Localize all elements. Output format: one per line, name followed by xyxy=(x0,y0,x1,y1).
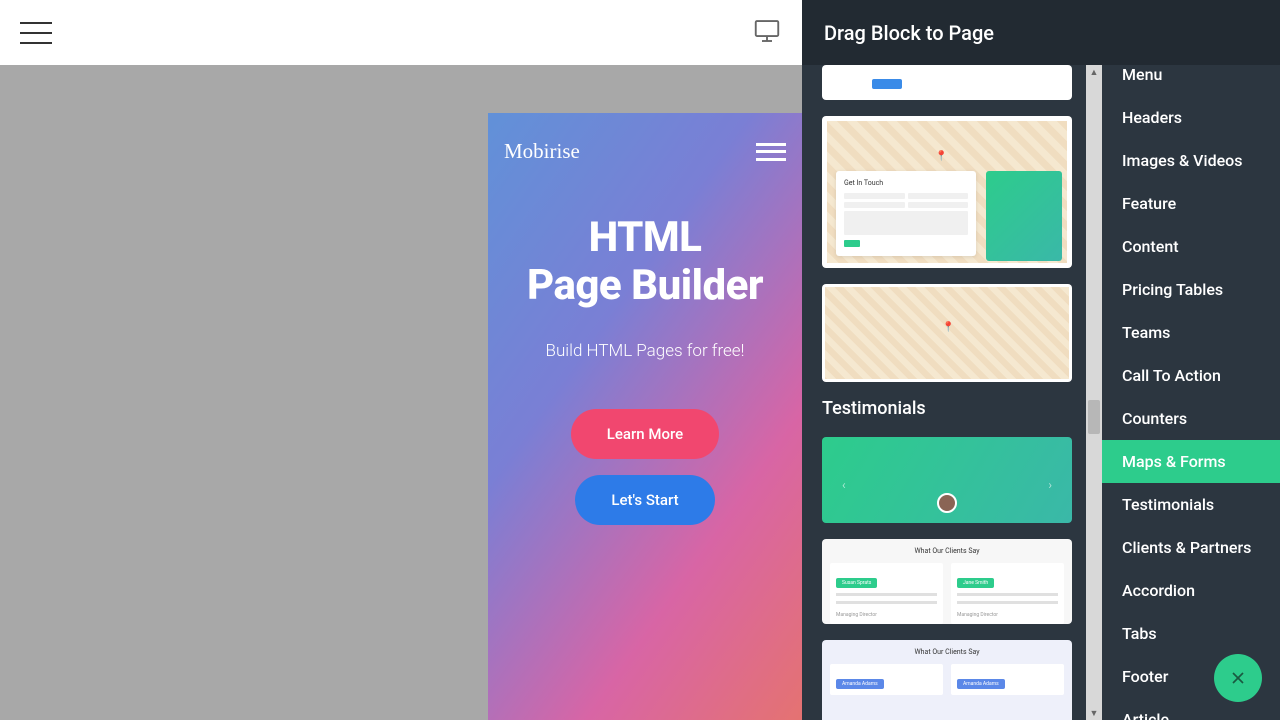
mobile-preview: Mobirise HTML Page Builder Build HTML Pa… xyxy=(488,113,802,720)
thumb-form-title: Get In Touch xyxy=(844,179,968,187)
thumbnails-scrollbar[interactable]: ▲ ▼ xyxy=(1086,65,1102,720)
block-thumbnail-testimonial-cards-green[interactable]: What Our Clients Say Susan SpratsManagin… xyxy=(822,539,1072,624)
section-label-testimonials: Testimonials xyxy=(822,398,1082,419)
category-item-teams[interactable]: Teams xyxy=(1102,311,1280,354)
category-item-feature[interactable]: Feature xyxy=(1102,182,1280,225)
desktop-preview-icon[interactable] xyxy=(752,16,782,50)
avatar xyxy=(937,493,957,513)
top-toolbar xyxy=(0,0,802,65)
thumb-title: What Our Clients Say xyxy=(830,547,1064,555)
block-thumbnail-map-form[interactable]: Get In Touch xyxy=(822,116,1072,268)
block-thumbnail-map[interactable] xyxy=(822,284,1072,382)
category-item-testimonials[interactable]: Testimonials xyxy=(1102,483,1280,526)
panel-title: Drag Block to Page xyxy=(802,0,1280,65)
block-thumbnails-column: Get In Touch Testimonials ‹ › What Our C… xyxy=(802,65,1102,720)
hero-button-group: Learn More Let's Start xyxy=(504,409,786,525)
category-item-call-to-action[interactable]: Call To Action xyxy=(1102,354,1280,397)
category-list: MenuHeadersImages & VideosFeatureContent… xyxy=(1102,65,1280,720)
preview-logo[interactable]: Mobirise xyxy=(504,139,580,164)
scroll-up-icon[interactable]: ▲ xyxy=(1086,65,1102,79)
hero-section: HTML Page Builder Build HTML Pages for f… xyxy=(488,164,802,525)
category-item-content[interactable]: Content xyxy=(1102,225,1280,268)
hero-subtitle: Build HTML Pages for free! xyxy=(504,341,786,361)
block-thumbnail-form-simple[interactable] xyxy=(822,65,1072,100)
category-item-menu[interactable]: Menu xyxy=(1102,65,1280,96)
category-item-accordion[interactable]: Accordion xyxy=(1102,569,1280,612)
category-item-maps-forms[interactable]: Maps & Forms xyxy=(1102,440,1280,483)
hero-title: HTML Page Builder xyxy=(504,214,786,311)
category-item-pricing-tables[interactable]: Pricing Tables xyxy=(1102,268,1280,311)
chevron-right-icon: › xyxy=(1048,478,1052,492)
category-item-images-videos[interactable]: Images & Videos xyxy=(1102,139,1280,182)
menu-hamburger-icon[interactable] xyxy=(20,22,52,44)
category-item-tabs[interactable]: Tabs xyxy=(1102,612,1280,655)
block-thumbnail-testimonial-cards-blue[interactable]: What Our Clients Say Amanda Adams Amanda… xyxy=(822,640,1072,720)
category-item-counters[interactable]: Counters xyxy=(1102,397,1280,440)
scrollbar-thumb[interactable] xyxy=(1088,400,1100,434)
block-thumbnail-testimonial-slider[interactable]: ‹ › xyxy=(822,437,1072,523)
thumb-title: What Our Clients Say xyxy=(830,648,1064,656)
learn-more-button[interactable]: Learn More xyxy=(571,409,719,459)
lets-start-button[interactable]: Let's Start xyxy=(575,475,714,525)
category-item-clients-partners[interactable]: Clients & Partners xyxy=(1102,526,1280,569)
scroll-down-icon[interactable]: ▼ xyxy=(1086,706,1102,720)
preview-header: Mobirise xyxy=(488,113,802,164)
close-panel-button[interactable] xyxy=(1214,654,1262,702)
canvas-area: Mobirise HTML Page Builder Build HTML Pa… xyxy=(0,65,802,720)
preview-hamburger-icon[interactable] xyxy=(756,143,786,161)
blocks-panel: Drag Block to Page Get In Touch Testimon… xyxy=(802,0,1280,720)
category-item-headers[interactable]: Headers xyxy=(1102,96,1280,139)
chevron-left-icon: ‹ xyxy=(842,478,846,492)
category-item-article[interactable]: Article xyxy=(1102,698,1280,720)
